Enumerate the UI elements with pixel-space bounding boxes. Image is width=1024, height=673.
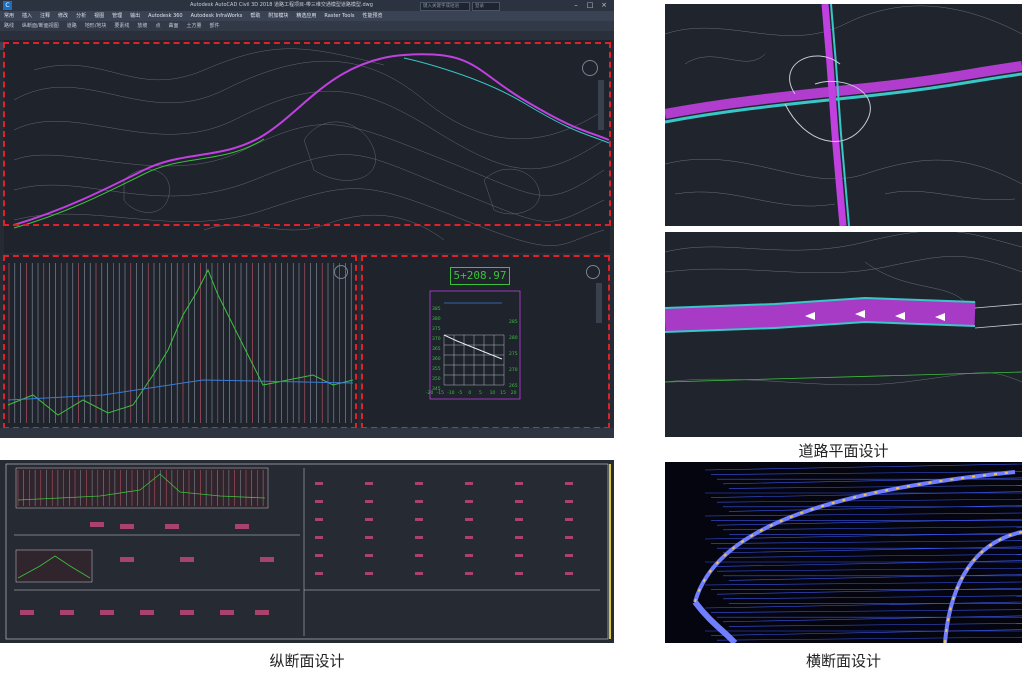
profile-sheet-drawing [5, 463, 611, 640]
caption-plan: 道路平面设计 [798, 442, 889, 460]
ribbon-tab[interactable]: 管理 [108, 11, 126, 21]
ribbon-tab[interactable]: 附加模块 [264, 11, 292, 21]
minimize-icon[interactable]: – [570, 0, 582, 11]
ribbon-tool[interactable]: 土方量 [182, 21, 205, 31]
plan-highlight-box [3, 42, 611, 226]
ribbon-tab[interactable]: 视图 [90, 11, 108, 21]
maximize-icon[interactable]: □ [584, 0, 596, 11]
interchange-plan-view [665, 4, 1022, 226]
ribbon-panel: 路线 纵断面/断面视图 道路 地形/地块 要素线 放坡点曲面 土方量 部件 [0, 21, 614, 31]
ribbon-tab[interactable]: 修改 [54, 11, 72, 21]
ribbon-tool[interactable]: 曲面 [164, 21, 182, 31]
road-plan-drawing [665, 232, 1022, 386]
close-icon[interactable]: × [598, 0, 610, 11]
sign-in-button[interactable]: 登录 [472, 2, 500, 11]
caption-profile: 纵断面设计 [269, 652, 345, 670]
ribbon-tab[interactable]: 性能预览 [358, 11, 386, 21]
status-bar[interactable] [0, 428, 614, 438]
ribbon-tool[interactable]: 地形/地块 [81, 21, 111, 31]
ribbon-tab[interactable]: 输出 [126, 11, 144, 21]
ribbon-tool[interactable]: 要素线 [110, 21, 133, 31]
search-input[interactable]: 键入关键字或短语 [420, 2, 470, 11]
app-logo-icon[interactable]: C [3, 1, 12, 10]
profile-highlight-box [3, 255, 357, 429]
ribbon-tab[interactable]: 帮助 [246, 11, 264, 21]
cross-section-view [665, 462, 1022, 643]
ribbon-tab[interactable]: Autodesk 360 [144, 11, 187, 21]
ribbon-tab[interactable]: 常用 [0, 11, 18, 21]
ribbon-tool[interactable]: 纵断面/断面视图 [18, 21, 63, 31]
document-tabs: 开始道路工程项目-带三维交通模型道路模型 [0, 31, 614, 50]
civil3d-window: C Autodesk AutoCAD Civil 3D 2018 道路工程项目-… [0, 0, 614, 438]
title-bar: C Autodesk AutoCAD Civil 3D 2018 道路工程项目-… [0, 0, 614, 11]
profile-sheet-layout [0, 460, 614, 643]
ribbon-tool[interactable]: 道路 [63, 21, 81, 31]
ribbon-tab[interactable]: 插入 [18, 11, 36, 21]
ribbon-tool[interactable]: 点 [151, 21, 164, 31]
ribbon-tab[interactable]: 注释 [36, 11, 54, 21]
ribbon-tab[interactable]: Raster Tools [320, 11, 358, 21]
interchange-drawing [665, 4, 1022, 226]
section-highlight-box [361, 255, 610, 429]
ribbon-tool[interactable]: 部件 [205, 21, 223, 31]
ribbon-tab[interactable]: 分析 [72, 11, 90, 21]
ribbon-tabs: 常用 插入 注释 修改 分析 视图 管理 输出 Autodesk 360 Autodesk Inf… [0, 11, 614, 21]
ribbon-tool[interactable]: 放坡 [133, 21, 151, 31]
ribbon-tool[interactable]: 路线 [0, 21, 18, 31]
ribbon-tab[interactable]: 精选应用 [292, 11, 320, 21]
caption-section: 横断面设计 [805, 652, 881, 670]
ribbon-tab[interactable]: Autodesk InfraWorks [187, 11, 247, 21]
window-title: Autodesk AutoCAD Civil 3D 2018 道路工程项目-带三… [190, 2, 373, 8]
cross-section-drawing [692, 463, 1022, 643]
road-plan-view [665, 232, 1022, 437]
